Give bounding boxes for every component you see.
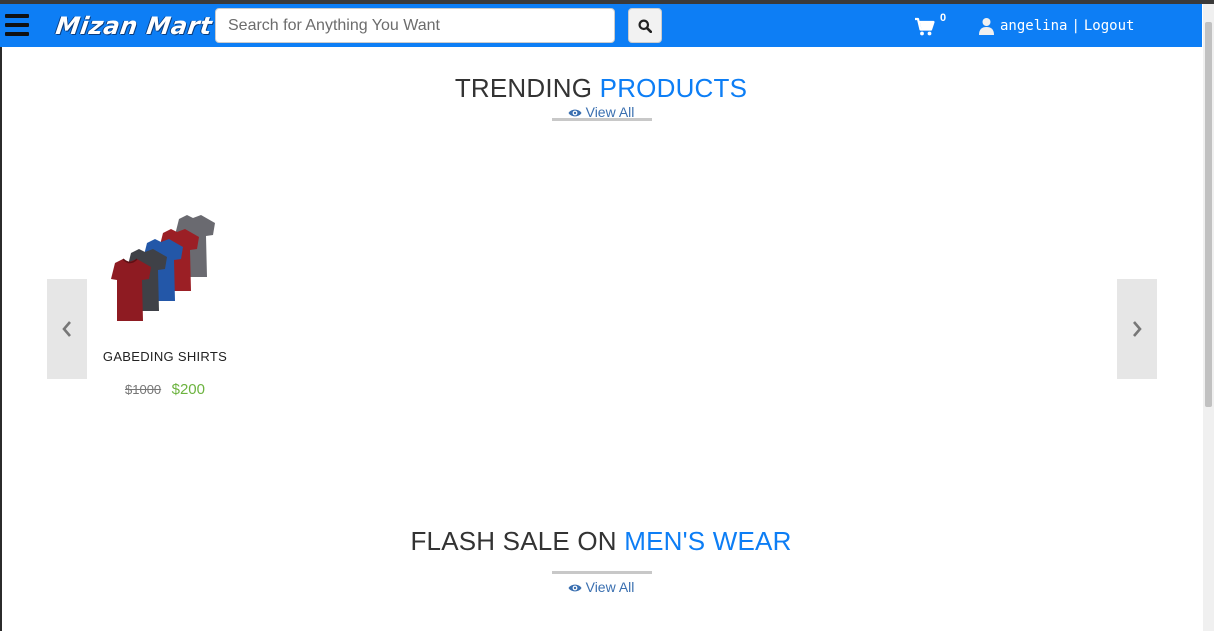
- section-divider: [552, 118, 652, 121]
- product-name: GABEDING SHIRTS: [102, 349, 228, 364]
- section-divider: [552, 571, 652, 574]
- chevron-right-icon: [1133, 321, 1142, 337]
- product-card[interactable]: GABEDING SHIRTS $1000 $200: [95, 205, 235, 405]
- nav-separator: |: [1071, 18, 1080, 34]
- cart-count-badge: 0: [940, 12, 947, 24]
- vertical-scrollbar[interactable]: [1203, 4, 1214, 631]
- eye-icon: [568, 584, 582, 592]
- user-icon: [979, 18, 994, 35]
- eye-icon: [568, 109, 582, 117]
- cart-button[interactable]: 0: [914, 12, 954, 39]
- shopping-cart-icon: [915, 17, 935, 36]
- navbar: Mizan Mart 0 angelina | Logout: [0, 4, 1202, 47]
- site-logo[interactable]: Mizan Mart: [54, 9, 215, 43]
- product-old-price: $1000: [125, 382, 162, 397]
- search-icon: [638, 19, 652, 33]
- search-button[interactable]: [628, 8, 662, 43]
- carousel-next-button[interactable]: [1117, 279, 1157, 379]
- logout-link[interactable]: Logout: [1084, 18, 1135, 34]
- username-link[interactable]: angelina: [1000, 18, 1067, 34]
- product-price: $1000 $200: [95, 381, 235, 399]
- scrollbar-thumb[interactable]: [1205, 22, 1212, 407]
- carousel-prev-button[interactable]: [47, 279, 87, 379]
- product-new-price: $200: [171, 381, 205, 398]
- user-account: angelina | Logout: [978, 14, 1134, 38]
- hamburger-menu-icon[interactable]: [5, 14, 29, 36]
- search-input[interactable]: [215, 8, 615, 43]
- view-all-flash-sale-link[interactable]: View All: [0, 579, 1202, 595]
- product-image: [111, 215, 215, 321]
- chevron-left-icon: [62, 321, 71, 337]
- section-title-trending: TRENDING PRODUCTS: [454, 73, 748, 103]
- section-title-flash-sale: FLASH SALE ON MEN'S WEAR: [410, 526, 792, 556]
